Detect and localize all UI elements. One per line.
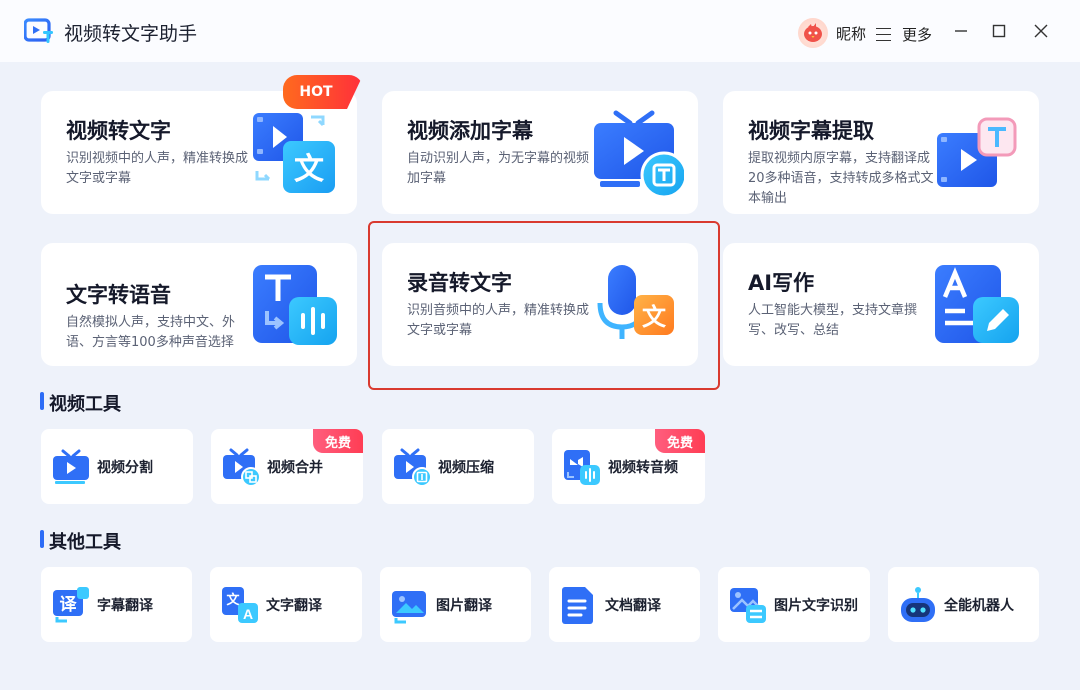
- tool-label: 全能机器人: [944, 597, 1014, 614]
- tool-label: 视频分割: [97, 459, 153, 476]
- tool-video-compress[interactable]: 视频压缩: [382, 429, 534, 504]
- feature-card-subtitle-extract[interactable]: 视频字幕提取 提取视频内原字幕，支持翻译成20多种语音，支持转成多格式文本输出: [723, 91, 1039, 214]
- tool-label: 视频转音频: [608, 459, 678, 476]
- tool-label: 文档翻译: [605, 597, 661, 614]
- feature-card-video-to-text[interactable]: 视频转文字 识别视频中的人声，精准转换成文字或字幕 文: [41, 91, 357, 214]
- feature-title: 文字转语音: [66, 283, 171, 307]
- free-badge: 免费: [655, 429, 705, 453]
- image-translate-icon: [392, 590, 426, 623]
- hamburger-icon: [876, 27, 892, 42]
- tool-video-merge[interactable]: 视频合并 免费: [211, 429, 363, 504]
- maximize-icon[interactable]: [990, 22, 1008, 40]
- svg-text:译: 译: [60, 595, 78, 614]
- free-badge: 免费: [313, 429, 363, 453]
- video-split-icon: [53, 449, 89, 484]
- text-translate-icon: 文 A: [222, 586, 258, 623]
- video-merge-icon: [223, 448, 261, 487]
- feature-desc: 提取视频内原字幕，支持翻译成20多种语音，支持转成多格式文本输出: [748, 151, 934, 206]
- app-logo-icon: [24, 18, 53, 43]
- text-to-speech-icon: [253, 265, 337, 345]
- feature-desc: 识别视频中的人声，精准转换成文字或字幕: [66, 151, 249, 186]
- tool-ocr[interactable]: 图片文字识别: [718, 567, 870, 642]
- tv-subtitle-icon: [594, 110, 684, 199]
- video-to-audio-icon: [564, 449, 600, 485]
- tool-video-to-audio[interactable]: 视频转音频 免费: [552, 429, 705, 504]
- tool-document-translate[interactable]: 文档翻译: [549, 567, 700, 642]
- tool-video-split[interactable]: 视频分割: [41, 429, 193, 504]
- app-title: 视频转文字助手: [64, 23, 198, 45]
- avatar[interactable]: [798, 18, 828, 48]
- feature-title: 视频转文字: [66, 119, 171, 143]
- feature-title: AI写作: [748, 271, 815, 295]
- ai-writing-icon: [935, 265, 1019, 343]
- feature-title: 视频添加字幕: [407, 119, 533, 143]
- tool-label: 文字翻译: [266, 597, 322, 614]
- subtitle-translate-icon: 译: [53, 586, 89, 622]
- svg-text:A: A: [243, 606, 253, 622]
- svg-text:文: 文: [226, 592, 240, 607]
- feature-desc: 人工智能大模型，支持文章撰写、改写、总结: [748, 303, 918, 338]
- selection-highlight: [368, 221, 720, 390]
- title-bar: 视频转文字助手 昵称 更多: [0, 0, 1080, 62]
- feature-card-text-to-speech[interactable]: 文字转语音 自然模拟人声，支持中文、外语、方言等100多种声音选择: [41, 243, 357, 366]
- feature-desc: 自然模拟人声，支持中文、外语、方言等100多种声音选择: [66, 315, 236, 350]
- tool-robot[interactable]: 全能机器人: [888, 567, 1039, 642]
- more-label: 更多: [902, 26, 933, 44]
- tool-subtitle-translate[interactable]: 译 字幕翻译: [41, 567, 192, 642]
- svg-text:文: 文: [294, 152, 324, 186]
- section-title-other-tools: 其他工具: [40, 528, 121, 554]
- bird-avatar-icon: [804, 23, 822, 42]
- video-to-text-icon: 文: [253, 113, 335, 193]
- more-menu-button[interactable]: 更多: [876, 24, 932, 45]
- tool-text-translate[interactable]: 文 A 文字翻译: [210, 567, 362, 642]
- video-compress-icon: [394, 448, 432, 487]
- tool-label: 视频合并: [267, 459, 323, 476]
- user-profile[interactable]: 昵称: [798, 18, 866, 48]
- tool-label: 图片文字识别: [774, 597, 858, 614]
- nickname[interactable]: 昵称: [836, 23, 866, 44]
- tool-label: 图片翻译: [436, 597, 492, 614]
- robot-icon: [901, 586, 935, 622]
- close-icon[interactable]: [1032, 22, 1050, 40]
- tool-label: 字幕翻译: [97, 597, 153, 614]
- section-title-video-tools: 视频工具: [40, 390, 121, 416]
- subtitle-extract-icon: [937, 117, 1017, 187]
- feature-title: 视频字幕提取: [748, 119, 874, 143]
- document-translate-icon: [562, 586, 593, 624]
- tool-label: 视频压缩: [438, 459, 494, 476]
- ocr-icon: [730, 587, 766, 623]
- feature-desc: 自动识别人声，为无字幕的视频加字幕: [407, 151, 590, 186]
- feature-card-add-subtitles[interactable]: 视频添加字幕 自动识别人声，为无字幕的视频加字幕: [382, 91, 698, 214]
- feature-card-ai-writing[interactable]: AI写作 人工智能大模型，支持文章撰写、改写、总结: [723, 243, 1039, 366]
- minimize-icon[interactable]: [952, 22, 970, 40]
- tool-image-translate[interactable]: 图片翻译: [380, 567, 531, 642]
